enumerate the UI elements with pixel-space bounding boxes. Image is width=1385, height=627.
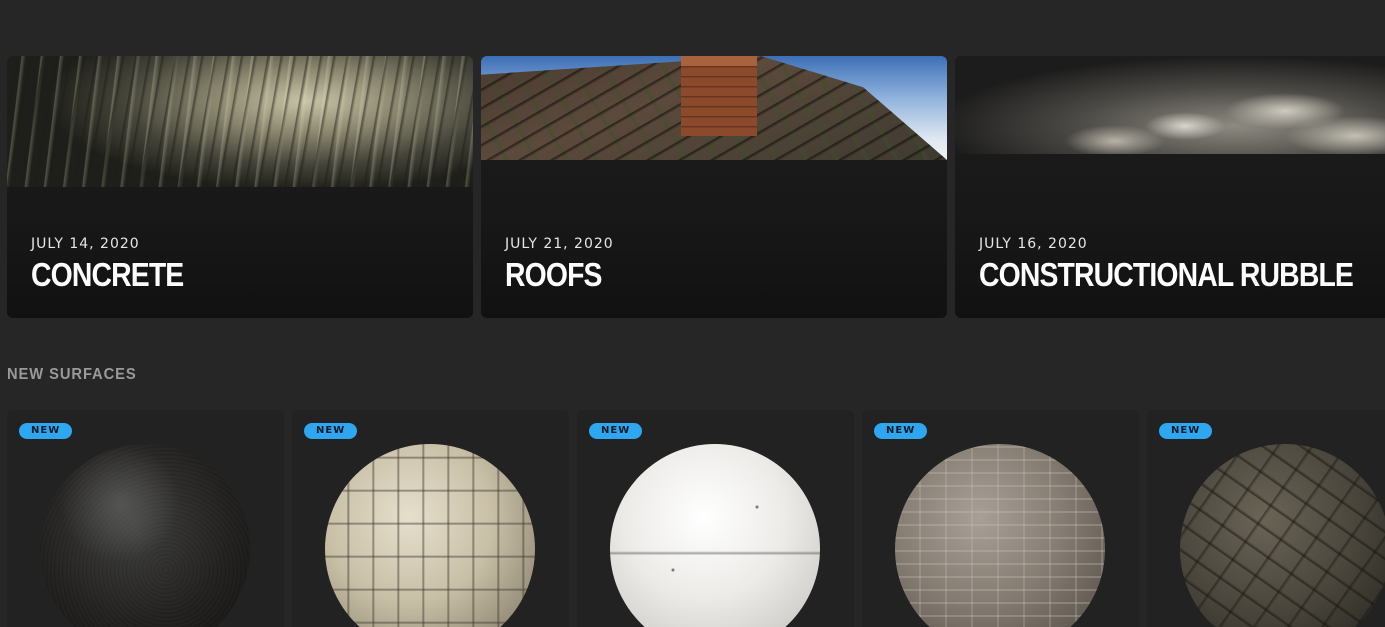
new-badge: NEW (589, 423, 643, 439)
collection-date: JULY 14, 2020 (31, 236, 140, 252)
material-sphere-preview (610, 444, 820, 627)
new-badge: NEW (874, 423, 928, 439)
collection-title: CONSTRUCTIONAL RUBBLE (979, 256, 1354, 293)
collection-image-rubble (955, 56, 1385, 154)
collection-date: JULY 16, 2020 (979, 236, 1088, 252)
collection-text: JULY 21, 2020 ROOFS (505, 236, 931, 294)
material-sphere-preview (325, 444, 535, 627)
collection-card-roofs[interactable]: JULY 21, 2020 ROOFS (481, 56, 947, 318)
collection-text: JULY 16, 2020 CONSTRUCTIONAL RUBBLE (979, 236, 1379, 294)
collection-card-concrete[interactable]: JULY 14, 2020 CONCRETE (7, 56, 473, 318)
section-heading-new-surfaces: NEW SURFACES (7, 366, 137, 383)
new-badge: NEW (19, 423, 73, 439)
collection-title: ROOFS (505, 256, 602, 293)
material-sphere-preview (895, 444, 1105, 627)
collection-text: JULY 14, 2020 CONCRETE (31, 236, 457, 294)
collection-title: CONCRETE (31, 256, 184, 293)
material-sphere-preview (40, 444, 250, 627)
collection-date: JULY 21, 2020 (505, 236, 614, 252)
collection-image-roofs (481, 56, 947, 160)
surface-card[interactable]: NEW (577, 410, 854, 627)
surfaces-row: NEW NEW NEW NEW NEW (7, 410, 1385, 627)
collection-image-concrete (7, 56, 473, 187)
collection-card-constructional-rubble[interactable]: JULY 16, 2020 CONSTRUCTIONAL RUBBLE (955, 56, 1385, 318)
surface-card[interactable]: NEW (1147, 410, 1385, 627)
new-badge: NEW (1159, 423, 1213, 439)
new-badge: NEW (304, 423, 358, 439)
page: JULY 14, 2020 CONCRETE JULY 21, 2020 ROO… (0, 0, 1385, 627)
collections-row: JULY 14, 2020 CONCRETE JULY 21, 2020 ROO… (7, 56, 1385, 318)
surface-card[interactable]: NEW (862, 410, 1139, 627)
surface-card[interactable]: NEW (7, 410, 284, 627)
surface-card[interactable]: NEW (292, 410, 569, 627)
material-sphere-preview (1180, 444, 1385, 627)
roof-chimney (681, 56, 757, 136)
